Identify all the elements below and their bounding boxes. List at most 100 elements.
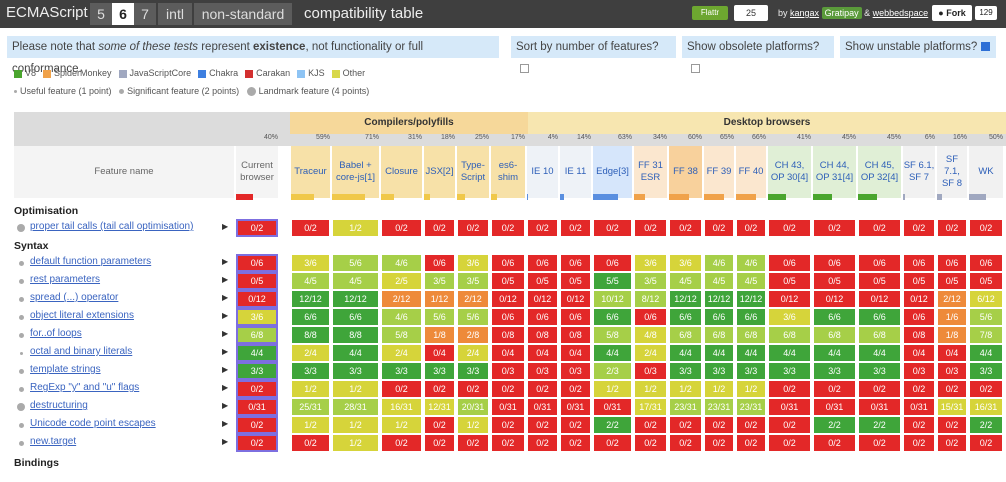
result-cell[interactable]: 0/2 [904,220,934,236]
unstable-checkbox[interactable] [981,42,991,52]
result-cell[interactable]: 0/31 [561,399,590,415]
result-cell[interactable]: 1/2 [333,381,378,397]
result-cell[interactable]: 0/2 [425,220,454,236]
column-header[interactable]: SF 6.1, SF 7 [903,146,935,198]
result-cell[interactable]: 1/12 [425,291,454,307]
column-header[interactable]: FF 38 [669,146,702,198]
result-cell[interactable]: 1/2 [333,220,378,236]
feature-link[interactable]: object literal extensions [30,310,134,321]
result-cell[interactable]: 5/5 [594,273,631,289]
column-header[interactable]: JSX[2] [424,146,455,198]
result-cell[interactable]: 0/2 [528,381,557,397]
result-cell[interactable]: 0/6 [528,255,557,271]
result-cell[interactable]: 2/3 [594,363,631,379]
result-cell[interactable]: 0/2 [970,381,1002,397]
result-cell[interactable]: 5/6 [970,309,1002,325]
result-cell[interactable]: 4/4 [705,345,733,361]
version-tab-non-standard[interactable]: non-standard [194,3,292,25]
result-cell[interactable]: 0/2 [904,381,934,397]
expand-arrow-icon[interactable]: ▶ [222,437,228,446]
feature-link[interactable]: Unicode code point escapes [30,418,156,429]
result-cell[interactable]: 0/4 [492,345,524,361]
author-link-kangax[interactable]: kangax [790,8,819,18]
result-cell[interactable]: 3/6 [458,255,488,271]
result-cell[interactable]: 0/2 [670,435,701,451]
result-cell[interactable]: 8/8 [333,327,378,343]
column-header[interactable]: CH 45, OP 32[4] [858,146,901,198]
result-cell[interactable]: 0/2 [938,381,966,397]
result-cell[interactable]: 1/2 [670,381,701,397]
result-cell[interactable]: 2/2 [594,417,631,433]
result-cell[interactable]: 3/6 [670,255,701,271]
result-cell[interactable]: 1/2 [458,417,488,433]
result-cell[interactable]: 1/2 [635,381,666,397]
result-cell[interactable]: 16/31 [382,399,421,415]
result-cell[interactable]: 6/6 [333,309,378,325]
result-cell[interactable]: 0/31 [859,399,900,415]
column-header[interactable]: FF 39 [704,146,734,198]
result-cell[interactable]: 15/31 [938,399,966,415]
result-cell[interactable]: 4/6 [705,255,733,271]
feature-link[interactable]: template strings [30,364,101,375]
result-cell[interactable]: 0/4 [425,345,454,361]
result-cell[interactable]: 0/31 [492,399,524,415]
result-cell[interactable]: 23/31 [737,399,765,415]
result-cell[interactable]: 0/2 [236,434,278,452]
column-header[interactable]: Type-Script [457,146,489,198]
result-cell[interactable]: 2/12 [382,291,421,307]
result-cell[interactable]: 0/2 [970,435,1002,451]
result-cell[interactable]: 6/8 [737,327,765,343]
result-cell[interactable]: 10/12 [594,291,631,307]
result-cell[interactable]: 2/4 [292,345,329,361]
result-cell[interactable]: 0/2 [561,435,590,451]
result-cell[interactable]: 3/5 [425,273,454,289]
result-cell[interactable]: 4/5 [737,273,765,289]
result-cell[interactable]: 1/2 [292,417,329,433]
result-cell[interactable]: 1/2 [382,417,421,433]
result-cell[interactable]: 6/6 [594,309,631,325]
version-tab-5[interactable]: 5 [90,3,112,25]
column-header[interactable]: WK [969,146,1003,198]
result-cell[interactable]: 0/4 [528,345,557,361]
result-cell[interactable]: 0/5 [528,273,557,289]
result-cell[interactable]: 0/5 [938,273,966,289]
result-cell[interactable]: 1/2 [705,381,733,397]
result-cell[interactable]: 0/2 [292,435,329,451]
result-cell[interactable]: 8/8 [292,327,329,343]
result-cell[interactable]: 0/6 [561,309,590,325]
result-cell[interactable]: 0/2 [737,435,765,451]
result-cell[interactable]: 4/6 [382,255,421,271]
result-cell[interactable]: 3/6 [292,255,329,271]
result-cell[interactable]: 0/2 [635,435,666,451]
unstable-option[interactable]: Show unstable platforms? [840,36,996,58]
result-cell[interactable]: 2/2 [859,417,900,433]
result-cell[interactable]: 0/8 [904,327,934,343]
result-cell[interactable]: 0/5 [236,272,278,290]
result-cell[interactable]: 6/8 [705,327,733,343]
result-cell[interactable]: 0/2 [970,220,1002,236]
result-cell[interactable]: 0/2 [458,381,488,397]
result-cell[interactable]: 4/4 [737,345,765,361]
result-cell[interactable]: 0/8 [561,327,590,343]
result-cell[interactable]: 0/2 [594,435,631,451]
feature-link[interactable]: RegExp "y" and "u" flags [30,382,139,393]
result-cell[interactable]: 0/2 [859,220,900,236]
result-cell[interactable]: 2/2 [814,417,855,433]
result-cell[interactable]: 0/2 [382,435,421,451]
result-cell[interactable]: 0/2 [236,380,278,398]
result-cell[interactable]: 3/3 [333,363,378,379]
result-cell[interactable]: 0/2 [705,220,733,236]
result-cell[interactable]: 0/8 [492,327,524,343]
result-cell[interactable]: 0/6 [492,309,524,325]
result-cell[interactable]: 0/2 [859,435,900,451]
obsolete-option[interactable]: Show obsolete platforms? [682,36,834,74]
result-cell[interactable]: 0/8 [528,327,557,343]
result-cell[interactable]: 0/2 [528,435,557,451]
result-cell[interactable]: 6/6 [292,309,329,325]
column-header[interactable]: FF 40 [736,146,766,198]
result-cell[interactable]: 3/3 [292,363,329,379]
result-cell[interactable]: 0/2 [492,381,524,397]
result-cell[interactable]: 6/6 [737,309,765,325]
result-cell[interactable]: 0/2 [814,220,855,236]
result-cell[interactable]: 3/3 [236,362,278,380]
